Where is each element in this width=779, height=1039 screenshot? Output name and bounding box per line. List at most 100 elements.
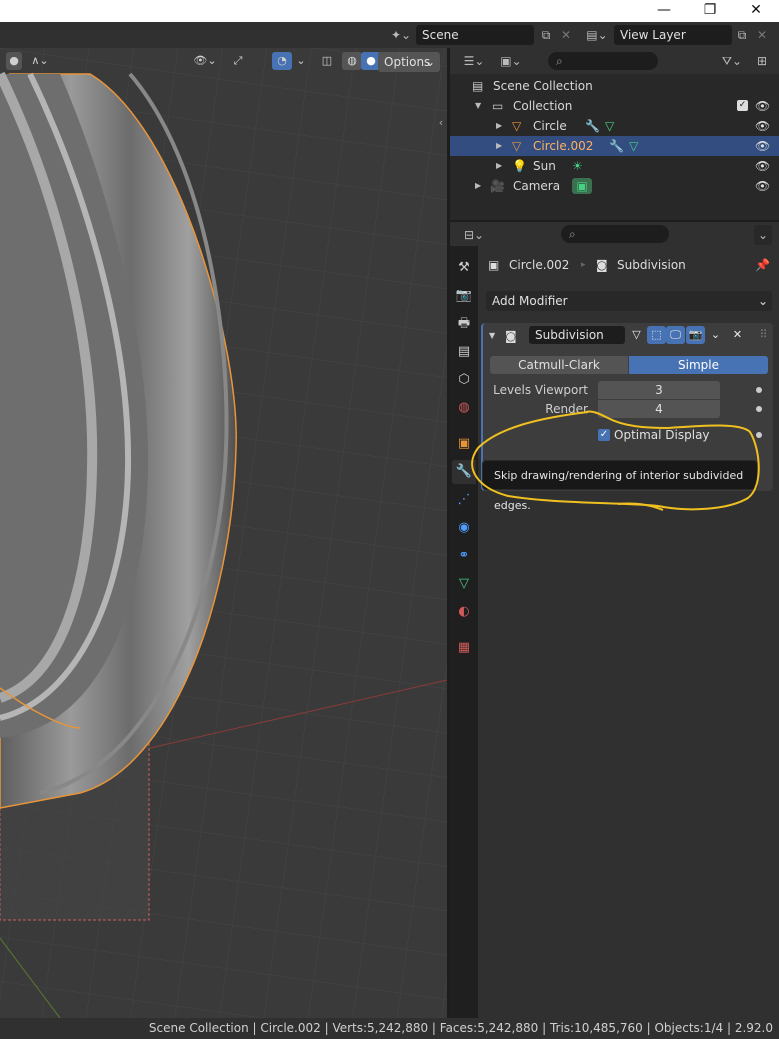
eye-icon[interactable]: 👁 [755,156,770,176]
gizmo-icon[interactable]: ⤢ [228,52,248,70]
collapse-arrow-icon[interactable]: ▼ [489,327,495,345]
properties-tabs: ⚒ 📷 🖶 ▤ ⬡ ◍ ▣ 🔧 ⋰ ◉ ⚭ ▽ ◐ ▦ [450,246,478,1018]
status-text: Scene Collection | Circle.002 | Verts:5,… [148,1021,773,1035]
modifier-icon: ◙ [596,258,608,272]
xray-icon[interactable]: ◫ [318,52,336,70]
overlays-dropdown-icon[interactable]: ⌄ [294,52,308,70]
outliner-editor-type-icon[interactable]: ☰⌄ [458,51,490,71]
expand-arrow-icon[interactable]: ▼ [475,96,481,116]
close-window-button[interactable]: ✕ [733,0,779,22]
wireframe-shading-icon[interactable]: ◍ [342,52,362,70]
top-bar: ✦⌄ Scene ⧉ ✕ ▤⌄ View Layer ⧉ ✕ [0,22,779,48]
modifier-menu-dropdown-icon[interactable]: ⌄ [706,326,725,344]
eye-icon[interactable]: 👁 [755,176,770,196]
delete-view-layer-icon[interactable]: ✕ [752,25,772,45]
outliner-row-circle-002[interactable]: ▶ ▽ Circle.002 🔧 ▽ 👁 [450,136,779,156]
catmull-clark-mode-button[interactable]: Catmull-Clark [490,356,628,374]
viewport-scene [0,48,447,1018]
outliner-row-label: Circle.002 [533,139,594,153]
modifier-name-field[interactable]: Subdivision [529,326,625,344]
expand-arrow-icon[interactable]: ▶ [475,176,481,196]
outliner-row-label: Sun [533,159,556,173]
light-object-icon: 💡 [512,159,527,173]
properties-search-input[interactable]: ⌕ [561,225,669,243]
new-collection-icon[interactable]: ⊞ [752,51,772,71]
outliner-row-collection[interactable]: ▼ ▭ Collection ✓ 👁 [450,96,779,116]
view-layer-tab-icon[interactable]: ▤ [452,340,476,364]
eye-icon[interactable]: 👁 [755,116,770,136]
scene-name-field[interactable]: Scene [416,25,534,45]
render-toggle-icon[interactable]: 📷 [686,326,705,344]
tool-tab-icon[interactable]: ⚒ [452,256,476,280]
outliner-row-camera[interactable]: ▶ 🎥 Camera ▣ 👁 [450,176,779,196]
material-tab-icon[interactable]: ◐ [452,600,476,624]
mesh-data-icon: ▽ [629,139,639,153]
pin-icon[interactable]: 📌 [755,256,770,274]
new-scene-icon[interactable]: ⧉ [536,25,556,45]
mesh-data-icon: ▽ [605,119,615,133]
breadcrumb-separator-icon: ▸ [581,260,586,270]
annotation-tail [617,502,664,511]
realtime-display-icon[interactable]: 🖵 [666,326,685,344]
outliner-header: ☰⌄ ▣⌄ ⌕ ⛛⌄ ⊞ [450,48,779,74]
filter-icon[interactable]: ⛛⌄ [718,51,746,71]
view-layer-selector-icon[interactable]: ▤⌄ [584,25,610,45]
edit-mode-cage-icon[interactable]: ▽ [627,326,646,344]
expand-arrow-icon[interactable]: ▶ [496,116,502,136]
delete-scene-icon[interactable]: ✕ [556,25,576,45]
view-layer-name-field[interactable]: View Layer [614,25,732,45]
viewport-options-label: Options [384,55,431,69]
proportional-edit-icon[interactable]: ∧⌄ [26,52,54,70]
properties-options-icon[interactable]: ⌄ [754,225,772,245]
texture-tab-icon[interactable]: ▦ [452,636,476,660]
outliner-row-sun[interactable]: ▶ 💡 Sun ☀ 👁 [450,156,779,176]
sidebar-toggle-icon[interactable]: ‹ [436,114,446,132]
properties-editor-type-icon[interactable]: ⊟⌄ [458,225,490,245]
mesh-object-icon: ▽ [512,119,522,133]
add-modifier-dropdown[interactable]: Add Modifier ⌄ [486,291,772,311]
output-tab-icon[interactable]: 🖶 [452,312,476,336]
outliner-search-input[interactable]: ⌕ [548,52,658,70]
scene-selector-icon[interactable]: ✦⌄ [388,25,414,45]
remove-modifier-icon[interactable]: ✕ [728,326,747,344]
outliner-row-circle[interactable]: ▶ ▽ Circle 🔧 ▽ 👁 [450,116,779,136]
render-tab-icon[interactable]: 📷 [452,284,476,308]
levels-viewport-label: Levels Viewport [493,383,588,397]
search-icon: ⌕ [569,227,576,241]
drag-handle-icon[interactable]: ⠿ [754,326,773,344]
expand-arrow-icon[interactable]: ▶ [496,136,502,156]
annotation-circle [471,410,760,511]
edit-mode-toggle-icon[interactable]: ⬚ [647,326,666,344]
outliner-row-label: Scene Collection [493,79,593,93]
exclude-checkbox[interactable]: ✓ [737,100,748,111]
keyframe-dot-icon[interactable] [756,387,762,393]
wrench-icon: 🔧 [585,119,600,133]
display-mode-icon[interactable]: ▣⌄ [496,51,526,71]
outliner-row-label: Collection [513,99,573,113]
visibility-icon[interactable]: 👁⌄ [190,52,220,70]
scene-tab-icon[interactable]: ⬡ [452,368,476,392]
maximize-button[interactable]: ❐ [687,0,733,22]
camera-object-icon: 🎥 [490,179,505,193]
outliner-row-scene-collection[interactable]: ▤ Scene Collection [450,76,779,96]
outliner-row-label: Circle [533,119,567,133]
window-titlebar: — ❐ ✕ [0,0,779,22]
3d-viewport[interactable] [0,48,447,1018]
data-tab-icon[interactable]: ▽ [452,572,476,596]
chevron-down-icon: ⌄ [757,294,768,308]
minimize-button[interactable]: — [641,0,687,22]
properties-header: ⊟⌄ ⌕ ⌄ [450,222,779,246]
expand-arrow-icon[interactable]: ▶ [496,156,502,176]
eye-icon[interactable]: 👁 [755,136,770,156]
viewport-options-button[interactable]: Options ⌄ [378,52,440,72]
overlays-icon[interactable]: ◔ [272,52,292,70]
eye-icon[interactable]: 👁 [755,96,770,116]
object-icon: ▣ [488,258,500,272]
levels-viewport-field[interactable]: 3 [598,381,720,399]
new-view-layer-icon[interactable]: ⧉ [732,25,752,45]
simple-mode-button[interactable]: Simple [629,356,768,374]
object-mode-icon[interactable]: ● [6,52,22,70]
sun-data-icon: ☀ [572,159,583,173]
outliner-row-label: Camera [513,179,561,193]
constraints-tab-icon[interactable]: ⚭ [452,544,476,568]
